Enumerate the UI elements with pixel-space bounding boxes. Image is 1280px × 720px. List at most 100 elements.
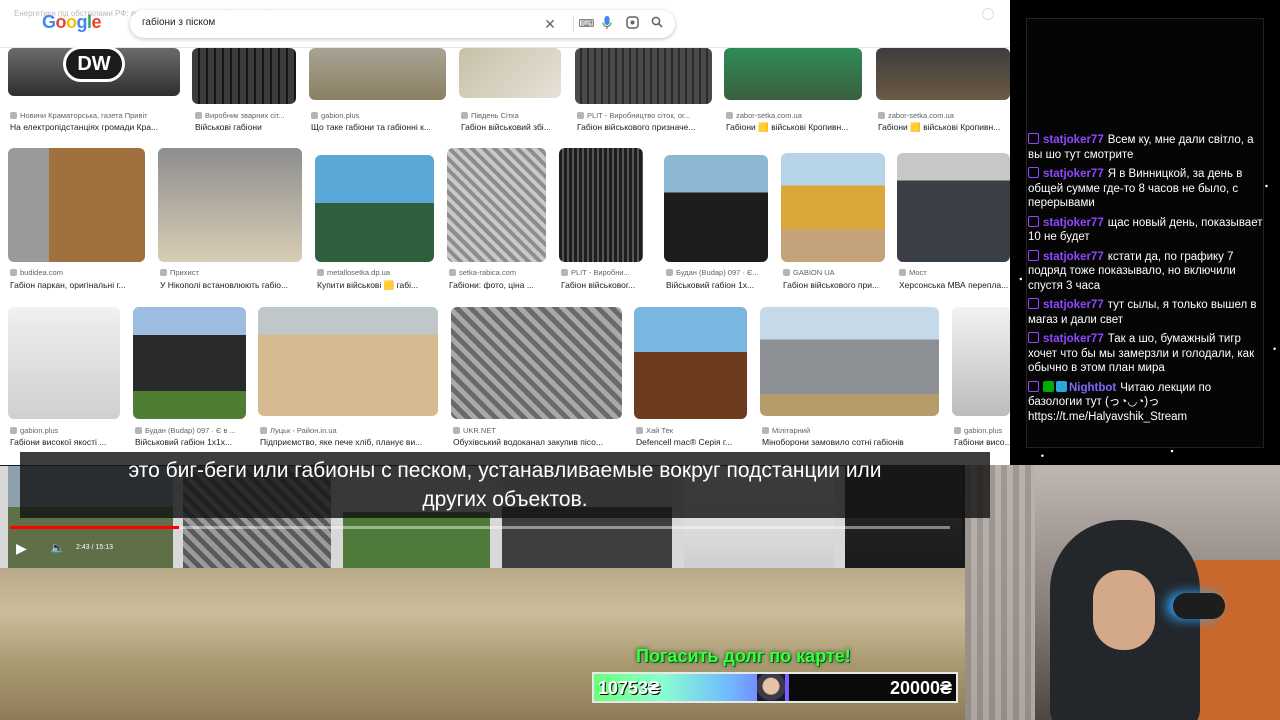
chat-username[interactable]: statjoker77 — [1043, 217, 1104, 229]
chat-username[interactable]: statjoker77 — [1043, 333, 1104, 345]
result-caption[interactable]: На електропідстанціях громади Кра... — [10, 122, 180, 132]
chat-badge-icon — [1028, 167, 1039, 178]
chat-message: statjoker77 Так а шо, бумажный тигр хочет… — [1028, 332, 1264, 376]
result-caption[interactable]: Купити військові 🟨 габі... — [317, 280, 434, 291]
dw-logo: DW — [63, 46, 125, 82]
close-icon[interactable]: ✕ — [542, 16, 558, 32]
play-icon[interactable]: ▶ — [16, 540, 32, 556]
keyboard-icon[interactable]: ⌨ — [573, 16, 595, 32]
search-input[interactable]: габіони з піском ✕ ⌨ — [130, 10, 675, 38]
result-caption[interactable]: Обухівський водоканал закупив пісо... — [453, 437, 622, 447]
result-caption[interactable]: Габіони: фото, ціна ... — [449, 280, 546, 290]
lens-icon[interactable] — [624, 16, 640, 32]
result-caption[interactable]: Габіони високої якості ... — [10, 437, 120, 447]
result-source-text: Мілітарний — [772, 426, 811, 435]
logo-letter: o — [55, 12, 67, 32]
chat-username[interactable]: statjoker77 — [1043, 168, 1104, 180]
chat-username[interactable]: statjoker77 — [1043, 299, 1104, 311]
settings-icon[interactable] — [982, 8, 994, 20]
result-source-text: Південь Сітка — [471, 111, 519, 120]
chat-message: statjoker77 кстати да, по графику 7 подря… — [1028, 249, 1264, 294]
result-source: Виробник зварних сіт... — [195, 111, 295, 120]
image-result[interactable] — [315, 155, 434, 262]
mic-icon[interactable] — [599, 16, 615, 32]
stream-layout: Енергетики під обстрілами РФ: як захищаю… — [0, 0, 1280, 720]
image-result[interactable] — [451, 307, 622, 419]
google-header: Енергетики під обстрілами РФ: як захищаю… — [0, 0, 1010, 48]
result-caption[interactable]: Херсонська МВА перепла... — [899, 280, 1010, 290]
result-caption[interactable]: Міноборони замовило сотні габіонів — [762, 437, 939, 447]
image-result[interactable] — [724, 48, 862, 100]
result-caption[interactable]: Військовий габіон 1х... — [666, 280, 768, 290]
result-caption[interactable]: Підприємство, яке пече хліб, планує ви..… — [260, 437, 438, 447]
result-caption[interactable]: Габіон військового призначе... — [577, 122, 712, 132]
result-source: setka-rabica.com — [449, 268, 546, 277]
image-result[interactable] — [897, 153, 1010, 262]
chat-badge-icon — [1028, 215, 1039, 227]
image-result[interactable] — [634, 307, 747, 419]
image-result[interactable] — [952, 307, 1010, 416]
chat-message: statjoker77 тут сылы, я только вышел в ма… — [1028, 298, 1264, 327]
result-source-text: setka-rabica.com — [459, 268, 517, 277]
image-result[interactable] — [258, 307, 438, 416]
result-source-text: Хай Тек — [646, 426, 674, 435]
result-caption[interactable]: Що таке габіони та габіонні к... — [311, 122, 446, 132]
result-caption[interactable]: Габіон паркан, оригінальні г... — [10, 280, 145, 290]
chat-message: statjoker77 щас новый день, показывает 10… — [1028, 215, 1264, 245]
image-result[interactable] — [309, 48, 446, 100]
result-source-text: gabion.plus — [20, 426, 59, 435]
image-result[interactable] — [559, 148, 643, 262]
image-result[interactable] — [133, 307, 246, 419]
result-source: PLIT - Виробни... — [561, 268, 643, 277]
image-result[interactable] — [781, 153, 885, 262]
result-source: UKR.NET — [453, 426, 622, 435]
result-caption[interactable]: У Нікополі встановлюють габіо... — [160, 280, 302, 290]
result-caption[interactable]: Габіон військовог... — [561, 280, 643, 290]
result-source-text: Будан (Budap) 097 · Є... — [676, 268, 759, 277]
result-source: Луцьк - Район.in.ua — [260, 426, 438, 435]
image-result[interactable] — [459, 48, 561, 98]
video-progress-fill — [10, 526, 180, 529]
image-result[interactable] — [876, 48, 1010, 100]
moderator-badge-icon — [1028, 380, 1039, 392]
subtitle-line: других объектов. — [422, 488, 588, 511]
chat-username[interactable]: statjoker77 — [1043, 134, 1104, 146]
chat-message-list: statjoker77 Всем ку, мне дали світло, а в… — [1028, 133, 1264, 429]
result-caption[interactable]: Defencell mac® Серія г... — [636, 437, 747, 447]
result-source-text: Будан (Budap) 097 · Є в ... — [145, 426, 236, 435]
result-source-text: gabion.plus — [321, 111, 360, 120]
sword-badge-icon — [1043, 380, 1054, 392]
result-source: gabion.plus — [311, 111, 446, 120]
result-source-text: PLIT - Виробни... — [571, 268, 630, 277]
result-source-text: zabor-setka.com.ua — [888, 111, 954, 120]
result-caption[interactable]: Габіони 🟨 військові Кропивн... — [878, 122, 1010, 133]
result-caption[interactable]: Військові габіони — [195, 122, 295, 132]
chat-message: statjoker77 Я в Винницкой, за день в обще… — [1028, 167, 1264, 211]
image-result[interactable] — [8, 307, 120, 419]
image-result[interactable] — [8, 148, 145, 262]
image-result[interactable] — [664, 155, 768, 262]
image-result[interactable] — [447, 148, 546, 262]
image-result[interactable] — [192, 48, 296, 104]
result-source: gabion.plus — [10, 426, 120, 435]
result-caption[interactable]: Габіони 🟨 військові Кропивн... — [726, 122, 862, 133]
subtitles: это биг-беги или габионы с песком, устан… — [20, 452, 990, 518]
search-icon[interactable] — [649, 16, 665, 32]
result-caption[interactable]: Габіони висо... — [954, 437, 1010, 447]
video-progress-bar[interactable] — [10, 526, 950, 529]
google-logo[interactable]: Google — [42, 12, 102, 33]
microphone-icon — [1173, 593, 1225, 619]
result-caption[interactable]: Габіон військового при... — [783, 280, 885, 290]
volume-icon[interactable]: 🔈 — [50, 541, 65, 555]
image-result[interactable] — [760, 307, 939, 416]
result-caption[interactable]: Військовий габіон 1х1х... — [135, 437, 246, 447]
image-result[interactable] — [575, 48, 712, 104]
result-caption[interactable]: Габіон військовий збі... — [461, 122, 561, 132]
subtitle-text: это биг-беги или габионы с песком, устан… — [20, 456, 990, 514]
result-source: Будан (Budap) 097 · Є... — [666, 268, 768, 277]
result-source-text: Прихист — [170, 268, 199, 277]
image-result[interactable] — [158, 148, 302, 262]
result-source: Прихист — [160, 268, 302, 277]
chat-username[interactable]: Nightbot — [1069, 382, 1116, 394]
chat-username[interactable]: statjoker77 — [1043, 251, 1104, 263]
